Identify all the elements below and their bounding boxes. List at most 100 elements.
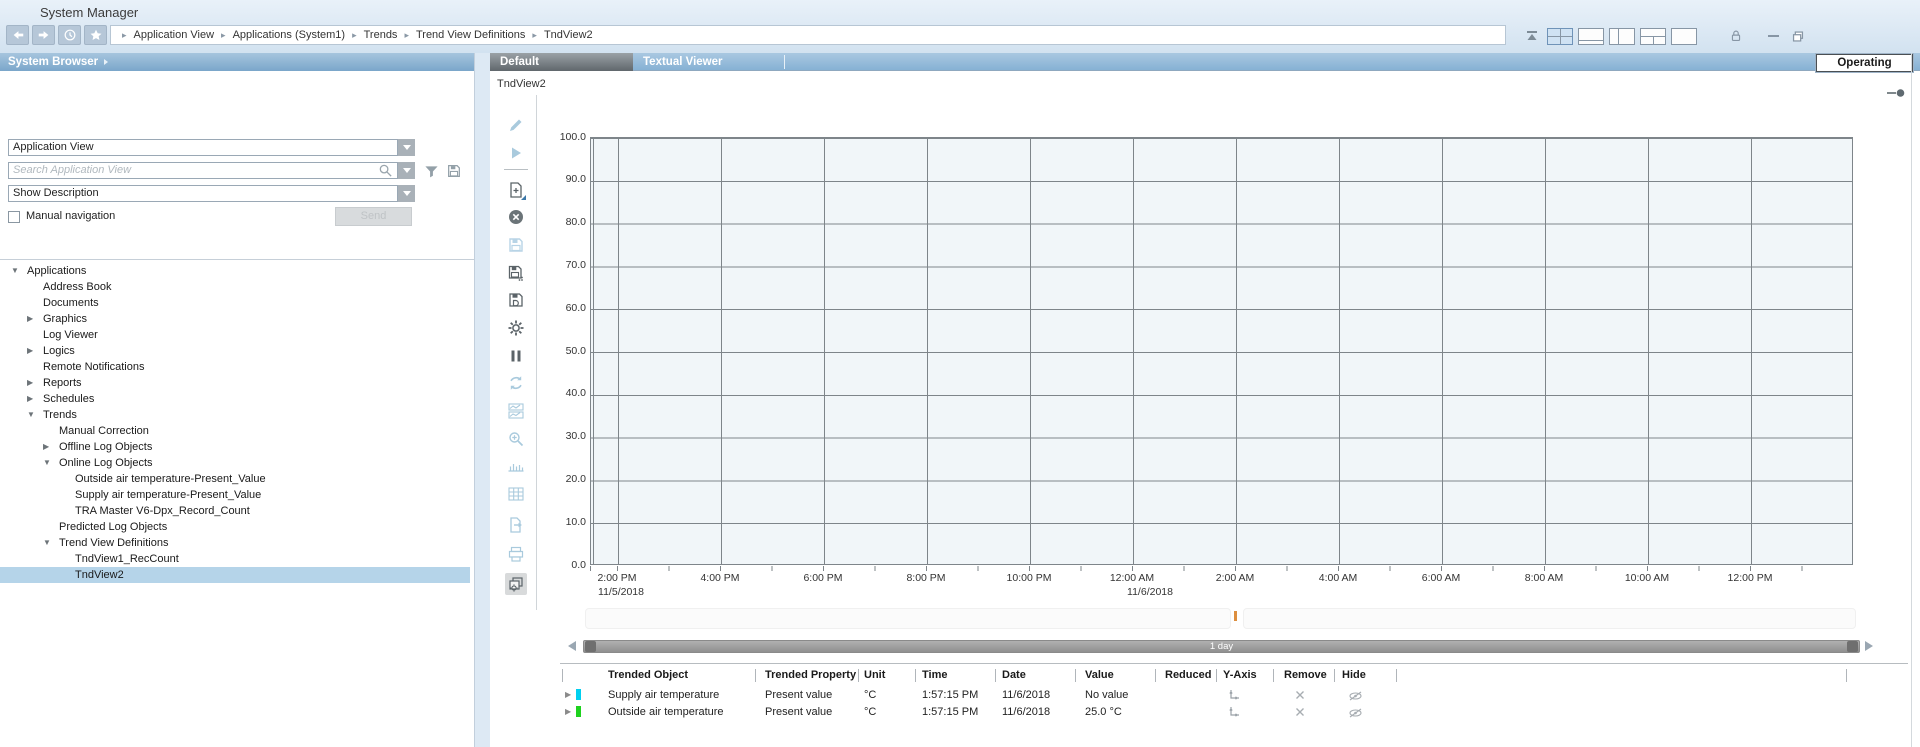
tree-item[interactable]: Log Viewer (0, 327, 470, 343)
trend-chart-plot-area[interactable] (590, 137, 1853, 565)
tree-expander-icon[interactable]: ▶ (27, 343, 39, 359)
remove-icon[interactable] (1295, 706, 1305, 722)
breadcrumb-item[interactable]: Applications (System1) (214, 29, 345, 41)
breadcrumb-item[interactable]: TndView2 (525, 29, 592, 41)
operating-mode-button[interactable]: Operating (1816, 54, 1913, 72)
breadcrumb-item[interactable]: Trend View Definitions (397, 29, 525, 41)
description-selector[interactable]: Show Description (8, 185, 398, 202)
tree-expander-icon[interactable]: ▼ (43, 455, 55, 471)
tree-item[interactable]: ▶ Reports (0, 375, 470, 391)
scroll-left-icon[interactable] (568, 641, 576, 651)
tree-expander-icon[interactable]: ▶ (27, 391, 39, 407)
table-header-cell[interactable]: Remove (1284, 669, 1332, 681)
table-header-cell[interactable]: Reduced (1165, 669, 1213, 681)
search-input[interactable]: Search Application View (8, 162, 398, 179)
view-selector[interactable]: Application View (8, 139, 398, 156)
tree-item[interactable]: Address Book (0, 279, 470, 295)
date-cell: 11/6/2018 (1002, 687, 1050, 703)
tree-item-label: Supply air temperature-Present_Value (75, 487, 261, 503)
table-header-cell[interactable]: Trended Object (608, 669, 748, 681)
new-document-icon[interactable] (505, 179, 527, 201)
view-selector-dropdown-icon[interactable] (398, 139, 415, 156)
hide-series-icon[interactable] (1348, 707, 1363, 723)
table-header-cell[interactable]: Time (922, 669, 992, 681)
tree-item[interactable]: TRA Master V6-Dpx_Record_Count (0, 503, 470, 519)
cancel-icon[interactable] (505, 206, 527, 228)
settings-gear-icon[interactable] (505, 317, 527, 339)
tree-item[interactable]: ▶ Schedules (0, 391, 470, 407)
tree-item[interactable]: Outside air temperature-Present_Value (0, 471, 470, 487)
description-selector-dropdown-icon[interactable] (398, 185, 415, 202)
browser-menu-chevron-icon[interactable] (104, 59, 108, 65)
zoom-icon[interactable] (505, 428, 527, 450)
tree-expander-icon[interactable]: ▼ (43, 535, 55, 551)
send-button[interactable]: Send (335, 207, 412, 226)
axes-scale-icon[interactable] (505, 455, 527, 477)
tree-item[interactable]: TndView1_RecCount (0, 551, 470, 567)
tree-expander-icon[interactable]: ▶ (27, 311, 39, 327)
row-expander-icon[interactable]: ▶ (565, 704, 571, 720)
tree-item[interactable]: ▼ Online Log Objects (0, 455, 470, 471)
tree-expander-icon[interactable]: ▼ (27, 407, 39, 423)
trend-object-settings-icon[interactable] (505, 573, 527, 595)
panel-splitter[interactable] (474, 53, 490, 747)
save-as-icon[interactable] (505, 262, 527, 284)
tree-item[interactable]: Predicted Log Objects (0, 519, 470, 535)
breadcrumb-item[interactable]: Application View (115, 29, 214, 41)
time-range-strip-left[interactable] (585, 608, 1231, 629)
back-button[interactable] (6, 25, 29, 45)
tree-item-label: Predicted Log Objects (59, 519, 167, 535)
tree-item[interactable]: Documents (0, 295, 470, 311)
tree-item[interactable]: Manual Correction (0, 423, 470, 439)
forward-button[interactable] (32, 25, 55, 45)
save-icon[interactable] (505, 234, 527, 256)
edit-pen-icon[interactable] (505, 114, 527, 136)
favorites-star-icon[interactable] (84, 25, 107, 45)
time-scrollbar[interactable]: 1 day (583, 640, 1860, 653)
search-dropdown-icon[interactable] (398, 162, 415, 179)
table-header-cell[interactable]: Hide (1342, 669, 1392, 681)
tree-item[interactable]: ▼ Trends (0, 407, 470, 423)
grid-view-icon[interactable] (505, 483, 527, 505)
tree-item[interactable]: Supply air temperature-Present_Value (0, 487, 470, 503)
table-row[interactable]: ▶ Outside air temperature Present value … (0, 704, 1920, 720)
print-icon[interactable] (505, 543, 527, 565)
row-expander-icon[interactable]: ▶ (565, 687, 571, 703)
tree-item[interactable]: ▶ Graphics (0, 311, 470, 327)
manual-navigation-checkbox[interactable] (8, 211, 20, 223)
tree-item[interactable]: ▼ Trend View Definitions (0, 535, 470, 551)
tree-item[interactable]: ▶ Offline Log Objects (0, 439, 470, 455)
filter-icon[interactable] (424, 164, 439, 182)
tab-default[interactable]: Default (490, 53, 633, 71)
x-axis-label: 2:00 PM (585, 572, 649, 584)
recent-history-icon[interactable] (58, 25, 81, 45)
pause-icon[interactable] (505, 345, 527, 367)
tree-expander-icon[interactable]: ▶ (43, 439, 55, 455)
table-header-cell[interactable]: Value (1085, 669, 1151, 681)
tab-textual-viewer[interactable]: Textual Viewer (633, 53, 765, 71)
time-range-strip-right[interactable] (1243, 608, 1856, 629)
save-search-icon[interactable] (446, 163, 462, 182)
tree-item[interactable]: TndView2 (0, 567, 470, 583)
compare-trends-icon[interactable] (505, 400, 527, 422)
breadcrumb-item[interactable]: Trends (345, 29, 397, 41)
refresh-icon[interactable] (505, 372, 527, 394)
tree-item[interactable]: ▶ Logics (0, 343, 470, 359)
tree-expander-icon[interactable]: ▶ (27, 375, 39, 391)
table-row[interactable]: ▶ Supply air temperature Present value °… (0, 687, 1920, 703)
table-header-cell[interactable]: Trended Property (765, 669, 856, 681)
scroll-right-icon[interactable] (1865, 641, 1873, 651)
play-icon[interactable] (505, 142, 527, 164)
tree-item[interactable]: Remote Notifications (0, 359, 470, 375)
save-default-icon[interactable] (505, 289, 527, 311)
export-icon[interactable] (505, 514, 527, 536)
table-header-cell[interactable]: Date (1002, 669, 1072, 681)
tree-item[interactable]: ▼ Applications (0, 263, 470, 279)
tree-item-label: Schedules (43, 391, 94, 407)
table-header-cell[interactable]: Unit (864, 669, 912, 681)
tree-expander-icon[interactable]: ▼ (11, 263, 23, 279)
y-axis-assign-icon[interactable] (1228, 706, 1240, 723)
table-header-cell[interactable]: Y-Axis (1223, 669, 1269, 681)
search-icon[interactable] (378, 163, 393, 181)
pin-panel-icon[interactable] (1886, 88, 1906, 101)
